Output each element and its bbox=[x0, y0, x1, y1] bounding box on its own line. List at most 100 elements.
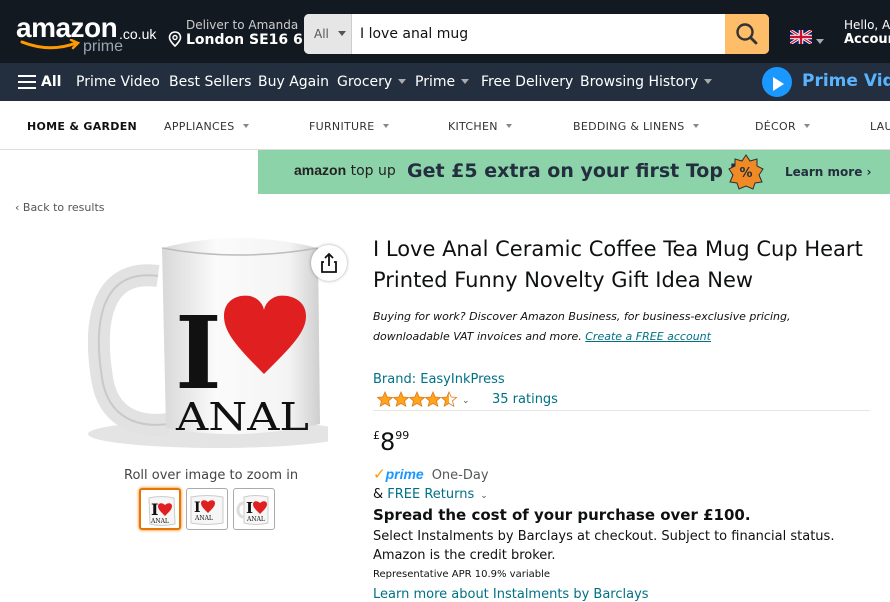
logo-tld: .co.uk bbox=[119, 26, 157, 42]
business-text: Buying for work? Discover Amazon Busines… bbox=[373, 310, 791, 343]
star-icon bbox=[377, 391, 393, 407]
subnav-furniture-label: FURNITURE bbox=[309, 120, 375, 133]
half-star-icon bbox=[441, 391, 457, 407]
prime-delivery: One-Day bbox=[431, 468, 489, 483]
star-icon bbox=[409, 391, 425, 407]
returns-prefix: & bbox=[373, 487, 388, 502]
subnav-kitchen[interactable]: KITCHEN bbox=[448, 120, 512, 133]
subnav-appliances[interactable]: APPLIANCES bbox=[164, 120, 249, 133]
apr-text: Representative APR 10.9% variable bbox=[373, 569, 551, 580]
banner-brand-word: amazon bbox=[294, 162, 347, 178]
chevron-down-icon[interactable]: ⌄ bbox=[462, 396, 470, 406]
subnav-home-garden[interactable]: HOME & GARDEN bbox=[27, 120, 137, 133]
thumbnail-1[interactable]: I ANAL bbox=[139, 488, 181, 530]
search-category-select[interactable]: All bbox=[304, 14, 352, 54]
hamburger-menu-icon[interactable] bbox=[18, 75, 36, 89]
product-main-image[interactable]: I ANAL bbox=[87, 228, 348, 462]
chevron-down-icon bbox=[338, 31, 346, 36]
price: £899 bbox=[373, 428, 409, 456]
nav-buy-again[interactable]: Buy Again bbox=[258, 74, 329, 90]
logo-smile-icon bbox=[20, 39, 81, 50]
search-category-label: All bbox=[314, 27, 329, 41]
share-button[interactable] bbox=[311, 245, 347, 281]
nav-best-sellers[interactable]: Best Sellers bbox=[169, 74, 251, 90]
nav-all[interactable]: All bbox=[41, 74, 61, 90]
hello-line1: Hello, A bbox=[844, 18, 890, 32]
subnav-laundry[interactable]: LAU bbox=[870, 120, 890, 133]
nav-prime-label: Prime bbox=[415, 74, 456, 90]
ratings-count-link[interactable]: 35 ratings bbox=[492, 392, 558, 407]
star-icon bbox=[393, 391, 409, 407]
chevron-down-icon bbox=[692, 124, 699, 128]
banner-brand: amazon top up bbox=[294, 162, 396, 179]
category-subnav: HOME & GARDEN APPLIANCES FURNITURE KITCH… bbox=[0, 101, 890, 150]
divider bbox=[373, 410, 870, 411]
chevron-down-icon bbox=[398, 79, 407, 84]
nav-prime[interactable]: Prime bbox=[415, 74, 470, 90]
location-pin-icon bbox=[168, 31, 182, 47]
product-title: I Love Anal Ceramic Coffee Tea Mug Cup H… bbox=[373, 237, 863, 292]
prime-check-icon: ✓ bbox=[373, 465, 386, 483]
price-fraction: 99 bbox=[395, 429, 410, 442]
banner-learn-more[interactable]: Learn more › bbox=[785, 165, 871, 179]
chevron-down-icon bbox=[242, 124, 249, 128]
back-to-results-link[interactable]: ‹ Back to results bbox=[15, 201, 105, 214]
logo-prime: prime bbox=[83, 38, 124, 55]
mug-thumbnail: I ANAL bbox=[190, 495, 224, 525]
svg-text:I: I bbox=[151, 500, 158, 519]
nav-browsing-history[interactable]: Browsing History bbox=[580, 74, 713, 90]
amazon-logo[interactable]: amazon .co.uk prime bbox=[16, 14, 156, 56]
svg-text:ANAL: ANAL bbox=[150, 518, 169, 525]
nav-free-delivery[interactable]: Free Delivery bbox=[481, 74, 573, 90]
search-input[interactable] bbox=[360, 14, 720, 54]
brand-link[interactable]: Brand: EasyInkPress bbox=[373, 372, 505, 387]
prime-word: prime bbox=[385, 466, 424, 482]
nav-prime-video[interactable]: Prime Video bbox=[76, 74, 160, 90]
percent-badge-icon: % bbox=[728, 154, 764, 190]
mug-thumbnail: I ANAL bbox=[236, 495, 269, 525]
create-business-account-link[interactable]: Create a FREE account bbox=[585, 330, 711, 343]
subnav-decor[interactable]: DÉCOR bbox=[755, 120, 810, 133]
subnav-bedding-linens[interactable]: BEDDING & LINENS bbox=[573, 120, 699, 133]
share-icon bbox=[321, 252, 337, 273]
search-bar: All bbox=[304, 14, 769, 54]
subnav-bedding-label: BEDDING & LINENS bbox=[573, 120, 685, 133]
svg-text:ANAL: ANAL bbox=[194, 515, 213, 522]
badge-symbol: % bbox=[739, 166, 752, 181]
mug-image: I ANAL bbox=[87, 228, 348, 462]
chevron-down-icon[interactable]: ⌄ bbox=[480, 491, 488, 501]
svg-text:ANAL: ANAL bbox=[246, 516, 265, 523]
star-icon bbox=[425, 391, 441, 407]
account-menu[interactable]: Hello, A Accoun bbox=[844, 18, 890, 47]
nav-grocery[interactable]: Grocery bbox=[337, 74, 407, 90]
subnav-kitchen-label: KITCHEN bbox=[448, 120, 498, 133]
chevron-down-icon bbox=[382, 124, 389, 128]
top-header: amazon .co.uk prime Deliver to Amanda Lo… bbox=[0, 0, 890, 63]
uk-flag-icon[interactable] bbox=[790, 30, 812, 44]
hello-line2: Accoun bbox=[844, 32, 890, 47]
chevron-down-icon bbox=[461, 79, 470, 84]
subnav-decor-label: DÉCOR bbox=[755, 120, 796, 133]
language-caret-icon[interactable] bbox=[816, 39, 824, 44]
price-whole: 8 bbox=[380, 428, 396, 456]
banner-offer: Get £5 extra on your first Top Up bbox=[407, 160, 759, 182]
search-button[interactable] bbox=[725, 14, 769, 54]
prime-video-promo-label: Prime Video bbox=[802, 71, 890, 91]
mug-text-anal: ANAL bbox=[175, 395, 309, 439]
free-returns-link[interactable]: FREE Returns bbox=[387, 487, 474, 502]
instalments-text: Select Instalments by Barclays at checko… bbox=[373, 529, 835, 563]
returns-line: & FREE Returns ⌄ bbox=[373, 487, 488, 502]
subnav-furniture[interactable]: FURNITURE bbox=[309, 120, 389, 133]
thumbnail-3[interactable]: I ANAL bbox=[233, 488, 275, 530]
thumbnail-2[interactable]: I ANAL bbox=[186, 488, 228, 530]
topup-banner[interactable]: amazon top up Get £5 extra on your first… bbox=[258, 150, 890, 194]
svg-text:I: I bbox=[246, 499, 253, 517]
banner-brand-suffix: top up bbox=[350, 163, 396, 179]
star-rating[interactable] bbox=[377, 390, 457, 408]
prime-badge: ✓prime One-Day bbox=[373, 464, 489, 483]
spread-cost-heading: Spread the cost of your purchase over £1… bbox=[373, 506, 751, 524]
business-notice: Buying for work? Discover Amazon Busines… bbox=[373, 307, 863, 347]
subnav-appliances-label: APPLIANCES bbox=[164, 120, 235, 133]
play-icon bbox=[762, 67, 792, 97]
nav-grocery-label: Grocery bbox=[337, 74, 393, 90]
